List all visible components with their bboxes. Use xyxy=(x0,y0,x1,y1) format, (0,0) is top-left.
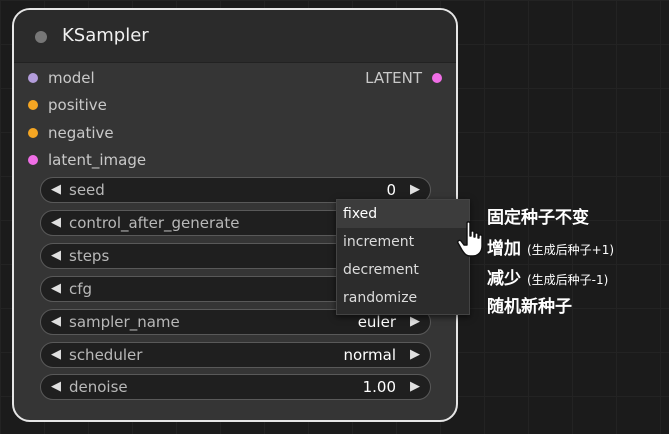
widget-value[interactable]: euler xyxy=(358,313,396,331)
previous-arrow-icon[interactable]: ◀ xyxy=(51,347,61,362)
slot-label: negative xyxy=(48,124,114,142)
widget-value[interactable]: 1.00 xyxy=(363,378,396,396)
slot-label: latent_image xyxy=(48,151,147,169)
decrement-arrow-icon[interactable]: ◀ xyxy=(51,182,61,197)
decrement-arrow-icon[interactable]: ◀ xyxy=(51,248,61,263)
increment-arrow-icon[interactable]: ▶ xyxy=(410,379,420,394)
slot-label: positive xyxy=(48,96,107,114)
menu-item-fixed[interactable]: fixed xyxy=(337,200,469,228)
slot-label: LATENT xyxy=(365,69,422,87)
slot-label: model xyxy=(48,69,95,87)
scheduler-widget[interactable]: ◀ scheduler normal ▶ xyxy=(40,342,431,368)
annotation-fixed: 固定种子不变 xyxy=(487,203,589,228)
node-header[interactable]: KSampler xyxy=(14,10,456,63)
output-slot-latent[interactable]: LATENT xyxy=(292,66,442,90)
annotation-main: 减少 xyxy=(487,269,521,289)
annotation-increment: 增加 (生成后种子+1) xyxy=(487,234,614,259)
node-title: KSampler xyxy=(62,25,149,46)
annotation-main: 固定种子不变 xyxy=(487,208,589,228)
previous-arrow-icon[interactable]: ◀ xyxy=(51,215,61,230)
next-arrow-icon[interactable]: ▶ xyxy=(410,347,420,362)
control-after-generate-menu[interactable]: fixed increment decrement randomize xyxy=(336,199,470,315)
slot-dot-icon[interactable] xyxy=(28,100,38,110)
next-arrow-icon[interactable]: ▶ xyxy=(410,314,420,329)
widget-label: cfg xyxy=(69,280,93,298)
widget-value[interactable]: 0 xyxy=(386,181,396,199)
widget-label: denoise xyxy=(69,378,128,396)
slot-dot-icon[interactable] xyxy=(28,155,38,165)
widget-label: seed xyxy=(69,181,105,199)
decrement-arrow-icon[interactable]: ◀ xyxy=(51,379,61,394)
widget-label: sampler_name xyxy=(69,313,180,331)
annotation-main: 增加 xyxy=(487,239,521,259)
slot-dot-icon[interactable] xyxy=(28,73,38,83)
annotation-sub: (生成后种子+1) xyxy=(527,243,615,257)
hand-cursor-icon xyxy=(457,221,483,257)
annotation-main: 随机新种子 xyxy=(487,297,572,317)
annotation-randomize: 随机新种子 xyxy=(487,292,572,317)
increment-arrow-icon[interactable]: ▶ xyxy=(410,182,420,197)
widget-label: steps xyxy=(69,247,110,265)
denoise-widget[interactable]: ◀ denoise 1.00 ▶ xyxy=(40,374,431,400)
widget-label: scheduler xyxy=(69,346,143,364)
annotation-sub: (生成后种子-1) xyxy=(527,273,609,287)
annotation-decrement: 减少 (生成后种子-1) xyxy=(487,264,608,289)
slot-dot-icon[interactable] xyxy=(432,73,442,83)
decrement-arrow-icon[interactable]: ◀ xyxy=(51,281,61,296)
previous-arrow-icon[interactable]: ◀ xyxy=(51,314,61,329)
widget-value[interactable]: normal xyxy=(343,346,396,364)
widget-label: control_after_generate xyxy=(69,214,240,232)
menu-item-decrement[interactable]: decrement xyxy=(337,256,469,284)
menu-item-increment[interactable]: increment xyxy=(337,228,469,256)
menu-item-randomize[interactable]: randomize xyxy=(337,284,469,312)
node-collapse-dot[interactable] xyxy=(35,31,47,43)
slot-dot-icon[interactable] xyxy=(28,128,38,138)
